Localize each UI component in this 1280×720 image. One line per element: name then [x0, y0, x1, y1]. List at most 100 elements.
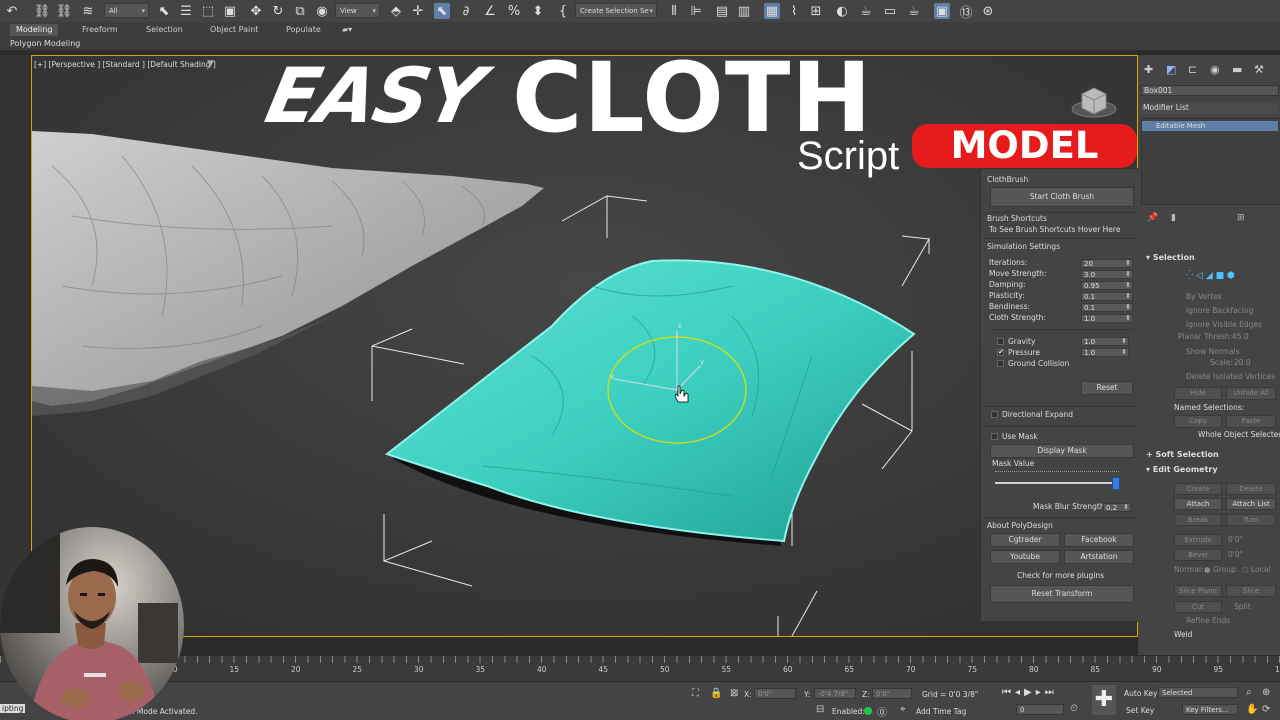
slice-plane-button[interactable]: Slice Plane: [1174, 585, 1222, 597]
angle-snap-icon[interactable]: ∠: [482, 3, 498, 19]
select-object-icon[interactable]: ⬉: [156, 3, 172, 19]
show-normals-option[interactable]: Show Normals: [1186, 347, 1240, 356]
modify-tab-icon[interactable]: ◩: [1166, 63, 1176, 76]
pressure-spinner[interactable]: 1.0: [1081, 348, 1129, 357]
by-vertex-option[interactable]: By Vertex: [1186, 292, 1222, 301]
create-button[interactable]: Create: [1174, 483, 1222, 495]
plugin-icon[interactable]: ▣: [934, 3, 950, 19]
add-time-tag-label[interactable]: Add Time Tag: [916, 707, 966, 716]
ground-collision-checkbox[interactable]: [997, 360, 1004, 367]
damping-spinner[interactable]: 0.95: [1081, 281, 1133, 290]
selection-filter-dropdown[interactable]: All: [104, 3, 149, 19]
object-name-field[interactable]: Box001: [1141, 85, 1279, 96]
bevel-value[interactable]: 0'0": [1228, 550, 1243, 559]
align-icon[interactable]: ⊫: [688, 3, 704, 19]
delete-button[interactable]: Delete: [1226, 483, 1276, 495]
facebook-link-button[interactable]: Facebook: [1064, 533, 1134, 547]
gravity-spinner[interactable]: 1.0: [1081, 337, 1129, 346]
cgtrader-link-button[interactable]: Cgtrader: [990, 533, 1060, 547]
edit-named-selection-icon[interactable]: {: [555, 3, 571, 19]
mask-blur-spinner[interactable]: 0.2: [1103, 503, 1131, 512]
modifier-list-dropdown[interactable]: Modifier List: [1141, 103, 1279, 114]
keyboard-shortcut-override-icon[interactable]: ⬉: [434, 3, 450, 19]
key-mode-dropdown[interactable]: Selected: [1158, 687, 1238, 698]
tab-object-paint[interactable]: Object Paint: [204, 24, 264, 36]
link-icon[interactable]: ⛓: [34, 3, 51, 19]
unhide-all-button[interactable]: Unhide All: [1226, 387, 1276, 400]
rectangular-selection-icon[interactable]: ⬚: [200, 3, 216, 19]
break-button[interactable]: Break: [1174, 514, 1222, 526]
local-radio[interactable]: ○ Local: [1242, 565, 1270, 574]
viewport-filter-icon[interactable]: ▼: [207, 59, 214, 69]
refine-ends-option[interactable]: Refine Ends: [1186, 616, 1230, 625]
ribbon-options-icon[interactable]: ▰▾: [336, 24, 358, 36]
scale-icon[interactable]: ⧉: [292, 3, 308, 19]
group-radio[interactable]: ● Group: [1204, 565, 1236, 574]
cloth-strength-spinner[interactable]: 1.0: [1081, 314, 1133, 323]
edit-geometry-rollout[interactable]: ▾ Edit Geometry: [1146, 465, 1218, 474]
mask-value-slider[interactable]: [995, 477, 1120, 490]
zoom-icon[interactable]: ⌕: [1246, 687, 1252, 698]
z-coord-field[interactable]: 0'0": [872, 688, 912, 699]
move-icon[interactable]: ✥: [248, 3, 264, 19]
y-coord-field[interactable]: -0'4 7/8": [814, 688, 856, 699]
mirror-icon[interactable]: ⫴: [666, 3, 682, 19]
percent-snap-icon[interactable]: %: [506, 3, 522, 19]
hide-button[interactable]: Hide: [1174, 387, 1222, 400]
pivot-icon[interactable]: ⬘: [388, 3, 404, 19]
zoom-all-icon[interactable]: ⊕: [1262, 687, 1270, 698]
polygon-modeling-label[interactable]: Polygon Modeling: [10, 39, 80, 48]
unlink-icon[interactable]: ⛓: [56, 3, 73, 19]
pressure-checkbox[interactable]: ✔: [997, 349, 1004, 356]
youtube-link-button[interactable]: Youtube: [990, 550, 1060, 564]
iterations-spinner[interactable]: 20: [1081, 259, 1133, 268]
turn-button[interactable]: Turn: [1226, 514, 1276, 526]
select-manipulate-icon[interactable]: ✛: [410, 3, 426, 19]
move-strength-spinner[interactable]: 3.0: [1081, 270, 1133, 279]
viewport-label[interactable]: [+] [Perspective ] [Standard ] [Default …: [34, 60, 216, 69]
subobject-level-icons[interactable]: ⁛ ◁ ◢ ■ ⬢: [1186, 271, 1266, 283]
snaps-toggle-icon[interactable]: ∂: [458, 3, 474, 19]
time-slider-track[interactable]: 101520253035404550556065707580859095100: [0, 655, 1280, 681]
hierarchy-tab-icon[interactable]: ⊏: [1188, 63, 1197, 76]
set-key-button[interactable]: Set Key: [1126, 706, 1154, 715]
attach-list-button[interactable]: Attach List: [1226, 498, 1276, 510]
modifier-stack-item[interactable]: Editable Mesh: [1142, 121, 1278, 131]
keyboard-shortcut-icon[interactable]: ⊟: [816, 704, 824, 715]
reset-button[interactable]: Reset: [1081, 381, 1133, 395]
ignore-visible-edges-option[interactable]: Ignore Visible Edges: [1186, 320, 1262, 329]
add-time-tag-icon[interactable]: ⌖: [900, 704, 906, 715]
pan-view-icon[interactable]: ✋: [1246, 704, 1258, 715]
tab-freeform[interactable]: Freeform: [76, 24, 124, 36]
curve-editor-icon[interactable]: ⌇: [786, 3, 802, 19]
layer-explorer-icon[interactable]: ▥: [736, 3, 752, 19]
isolate-selection-icon[interactable]: ⛶: [692, 688, 699, 699]
orbit-icon[interactable]: ⟳: [1262, 704, 1270, 715]
ignore-backfacing-option[interactable]: Ignore Backfacing: [1186, 306, 1253, 315]
cut-button[interactable]: Cut: [1174, 601, 1222, 613]
tab-populate[interactable]: Populate: [280, 24, 327, 36]
gravity-checkbox[interactable]: [997, 338, 1004, 345]
place-icon[interactable]: ◉: [314, 3, 330, 19]
configure-modifier-sets-icon[interactable]: ⊞: [1237, 213, 1245, 223]
window-crossing-icon[interactable]: ▣: [222, 3, 238, 19]
render-setup-icon[interactable]: ☕: [858, 3, 874, 19]
spinner-snap-icon[interactable]: ⬍: [530, 3, 546, 19]
directional-expand-checkbox[interactable]: [991, 411, 998, 418]
playback-controls[interactable]: ⏮◂▶▸⏭: [1002, 687, 1058, 698]
extrude-button[interactable]: Extrude: [1174, 534, 1222, 546]
auto-key-button[interactable]: Auto Key: [1124, 689, 1157, 698]
rendered-frame-icon[interactable]: ▭: [882, 3, 898, 19]
attach-button[interactable]: Attach: [1174, 498, 1222, 510]
copy-button[interactable]: Copy: [1174, 415, 1222, 428]
enabled-indicator[interactable]: [864, 707, 872, 715]
toggle-ribbon-icon[interactable]: ▦: [764, 3, 780, 19]
reset-transform-button[interactable]: Reset Transform: [990, 585, 1134, 603]
online-icon[interactable]: ⊛: [980, 3, 996, 19]
material-editor-icon[interactable]: ◐: [834, 3, 850, 19]
split-option[interactable]: Split: [1234, 602, 1251, 611]
schematic-view-icon[interactable]: ⊞: [808, 3, 824, 19]
pin-stack-icon[interactable]: 📌: [1147, 213, 1158, 223]
absolute-mode-icon[interactable]: ⊠: [730, 688, 738, 699]
x-coord-field[interactable]: 0'0": [754, 688, 796, 699]
